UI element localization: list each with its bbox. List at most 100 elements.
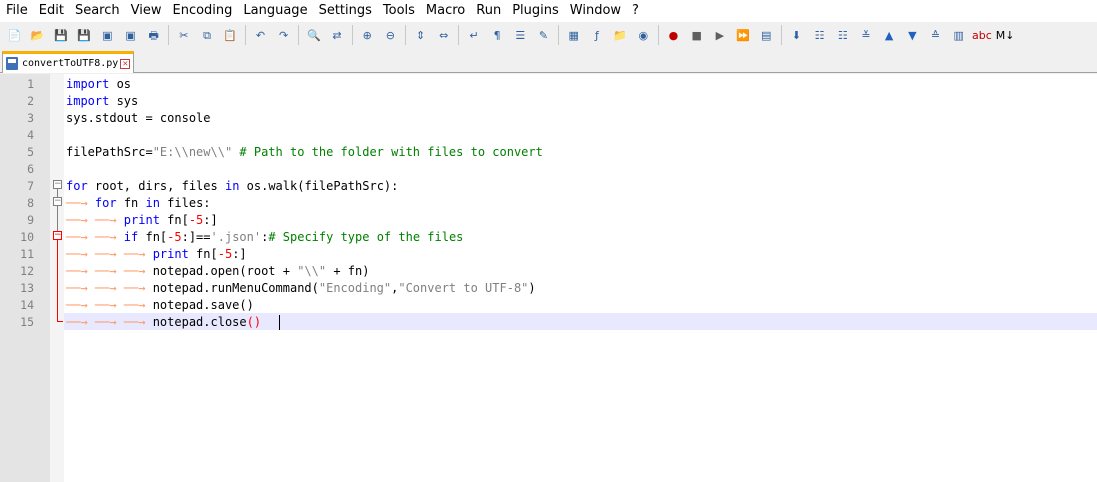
toolbar-separator	[405, 25, 406, 45]
tab-arrow-icon: ──→ ──→	[66, 230, 124, 244]
code-line-7: for root, dirs, files in os.walk(filePat…	[66, 178, 398, 195]
cut-icon[interactable]: ✂	[175, 26, 193, 44]
fold-end	[57, 321, 63, 322]
sync-vertical-icon[interactable]: ⇕	[412, 26, 430, 44]
word-wrap-icon[interactable]: ↵	[465, 26, 483, 44]
close-icon[interactable]: ▣	[98, 26, 116, 44]
tab-convert-to-utf8[interactable]: convertToUTF8.py ✕	[2, 51, 134, 73]
menu-window[interactable]: Window	[564, 0, 626, 22]
fold-toggle-if[interactable]: −	[53, 231, 62, 240]
menu-plugins[interactable]: Plugins	[506, 0, 564, 22]
code-text: notepad.open(root +	[152, 264, 298, 278]
number: -5	[188, 213, 204, 227]
code-line-5: filePathSrc="E:\\new\\" # Path to the fo…	[66, 144, 543, 161]
print-icon[interactable]: 🖶	[145, 26, 163, 44]
string: "Convert to UTF-8"	[398, 281, 529, 295]
keyword: import	[66, 77, 110, 91]
monitor-icon[interactable]: ◉	[634, 26, 652, 44]
menu-search[interactable]: Search	[69, 0, 125, 22]
code-text: os.walk(filePathSrc):	[239, 179, 399, 193]
save-macro-icon[interactable]: ▤	[757, 26, 775, 44]
menu-file[interactable]: File	[0, 0, 33, 22]
menu-tools[interactable]: Tools	[377, 0, 420, 22]
line-number: 4	[27, 128, 34, 142]
code-text: filePathSrc=	[66, 145, 153, 159]
find-icon[interactable]: 🔍	[305, 26, 323, 44]
menu-help[interactable]: ?	[626, 0, 644, 22]
play-macro-icon[interactable]: ▶	[711, 26, 729, 44]
menu-settings[interactable]: Settings	[313, 0, 377, 22]
line-number-gutter: 1 2 3 4 5 6 7 8 9 10 11 12 13 14 15	[0, 74, 50, 482]
code-line-15: ──→ ──→ ──→ notepad.close()	[66, 314, 261, 331]
close-all-icon[interactable]: ▣	[122, 26, 140, 44]
paste-icon[interactable]: 📋	[221, 26, 239, 44]
function-list-icon[interactable]: ƒ	[588, 26, 606, 44]
keyword: for	[66, 179, 88, 193]
zoom-in-icon[interactable]: ⊕	[358, 26, 376, 44]
fold-toggle-for-root[interactable]: −	[53, 180, 62, 189]
fold-line-active	[57, 240, 58, 322]
close-tab-icon[interactable]: ✕	[120, 58, 131, 69]
indent-guide-icon[interactable]: ☰	[511, 26, 529, 44]
menu-view[interactable]: View	[125, 0, 167, 22]
toolbar-separator	[244, 25, 246, 45]
number: -5	[167, 230, 182, 244]
menu-encoding[interactable]: Encoding	[166, 0, 237, 22]
line-number: 10	[20, 230, 34, 244]
menu-edit[interactable]: Edit	[33, 0, 69, 22]
replace-icon[interactable]: ⇄	[328, 26, 346, 44]
doc-map-icon[interactable]: ▦	[565, 26, 583, 44]
string: "\\"	[297, 264, 327, 278]
sync-horizontal-icon[interactable]: ⇔	[435, 26, 453, 44]
code-line-12: ──→ ──→ ──→ notepad.open(root + "\\" + f…	[66, 263, 369, 280]
fold-toggle-for-fn[interactable]: −	[53, 197, 62, 206]
undo-icon[interactable]: ↶	[251, 26, 269, 44]
code-line-13: ──→ ──→ ──→ notepad.runMenuCommand("Enco…	[66, 280, 536, 297]
show-all-chars-icon[interactable]: ¶	[488, 26, 506, 44]
menu-run[interactable]: Run	[470, 0, 506, 22]
redo-icon[interactable]: ↷	[275, 26, 293, 44]
tab-arrow-icon: ──→ ──→ ──→	[66, 264, 153, 278]
list-icon[interactable]: ☷	[811, 26, 829, 44]
down-icon[interactable]: ▼	[903, 26, 921, 44]
folder-workspace-icon[interactable]: 📁	[611, 26, 629, 44]
zoom-out-icon[interactable]: ⊖	[381, 26, 399, 44]
list-remove-icon[interactable]: ☷	[834, 26, 852, 44]
insert-icon[interactable]: ⬇	[787, 26, 805, 44]
line-number: 5	[27, 145, 34, 159]
menu-macro[interactable]: Macro	[420, 0, 470, 22]
toolbar-separator	[657, 25, 659, 45]
markdown-icon[interactable]: M↓	[996, 26, 1015, 44]
editor[interactable]: 1 2 3 4 5 6 7 8 9 10 11 12 13 14 15 − − − import os im…	[0, 74, 1097, 482]
copy-icon[interactable]: ⧉	[198, 26, 216, 44]
play-multiple-icon[interactable]: ⏩	[734, 26, 752, 44]
language-icon[interactable]: ✎	[535, 26, 553, 44]
toolbar-separator	[351, 25, 353, 45]
code-text: sys.stdout = console	[66, 111, 211, 125]
spellcheck-icon[interactable]: abc	[972, 26, 992, 44]
keyword: in	[224, 179, 240, 193]
keyword: for	[94, 196, 117, 210]
collapse-icon[interactable]: ≚	[857, 26, 875, 44]
record-macro-icon[interactable]: ●	[664, 26, 682, 44]
stop-record-icon[interactable]: ■	[688, 26, 706, 44]
new-file-icon[interactable]: 📄	[6, 26, 24, 44]
line-number: 12	[20, 264, 34, 278]
toolbar-separator	[780, 25, 782, 45]
save-icon[interactable]: 💾	[52, 26, 70, 44]
up-icon[interactable]: ▲	[880, 26, 898, 44]
keyword: import	[66, 94, 110, 108]
column-icon[interactable]: ▥	[950, 26, 968, 44]
keyword: if	[123, 230, 139, 244]
expand-icon[interactable]: ≙	[927, 26, 945, 44]
keyword: in	[145, 196, 160, 210]
menu-language[interactable]: Language	[237, 0, 312, 22]
menu-bar: File Edit Search View Encoding Language Settin…	[0, 0, 1097, 22]
string: "E:\\new\\"	[152, 145, 233, 159]
tab-arrow-icon: ──→	[66, 196, 95, 210]
save-all-icon[interactable]: 💾	[75, 26, 93, 44]
tab-arrow-icon: ──→ ──→ ──→	[66, 315, 153, 329]
open-file-icon[interactable]: 📂	[29, 26, 47, 44]
code-text: sys	[109, 94, 139, 108]
line-number: 13	[20, 281, 34, 295]
